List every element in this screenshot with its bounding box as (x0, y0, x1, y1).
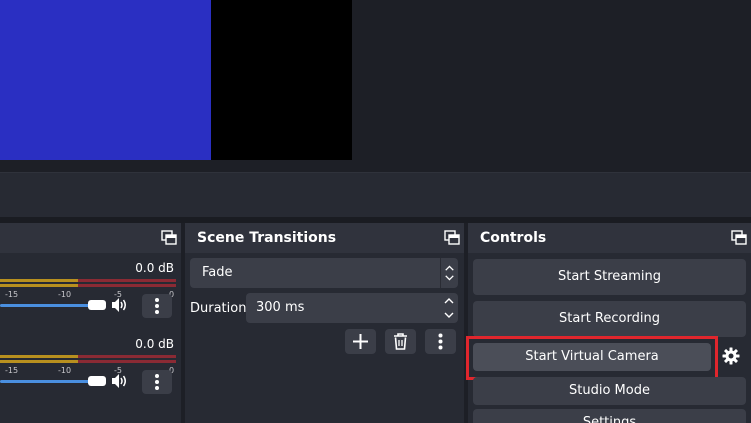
audio-mixer-dock: 0.0 dB -15 -10 -5 0 0.0 dB -15 -10 -5 0 (0, 223, 181, 423)
db-readout: 0.0 dB (135, 337, 174, 351)
duration-value: 300 ms (256, 300, 305, 315)
mixer-channel-2: 0.0 dB -15 -10 -5 0 (0, 337, 181, 394)
start-recording-button[interactable]: Start Recording (473, 301, 746, 337)
spin-arrows-icon[interactable] (440, 293, 458, 323)
remove-transition-button[interactable] (385, 329, 416, 354)
speaker-icon[interactable] (111, 373, 129, 389)
trash-icon (394, 333, 407, 350)
duration-spinbox[interactable]: 300 ms (246, 293, 458, 323)
studio-mode-button[interactable]: Studio Mode (473, 377, 746, 405)
scene-transitions-header: Scene Transitions (185, 223, 464, 253)
tick-label: -10 (58, 366, 72, 375)
mixer-channel-1: 0.0 dB -15 -10 -5 0 (0, 261, 181, 318)
volume-meter (0, 353, 176, 365)
float-dock-icon[interactable] (161, 230, 177, 246)
volume-meter (0, 277, 176, 289)
audio-mixer-header (0, 223, 181, 253)
chevron-updown-icon (440, 258, 454, 288)
volume-slider[interactable] (0, 299, 108, 311)
start-virtual-camera-button[interactable]: Start Virtual Camera (473, 343, 711, 371)
duration-label: Duration (190, 301, 247, 316)
channel-menu-button[interactable] (142, 370, 172, 394)
vertical-dots-icon (155, 374, 159, 390)
speaker-icon[interactable] (111, 297, 129, 313)
controls-dock: Controls Start Streaming Start Recording… (466, 223, 751, 423)
volume-slider-handle[interactable] (88, 376, 106, 386)
transition-select-value: Fade (202, 265, 233, 280)
add-transition-button[interactable] (345, 329, 376, 354)
preview-toolbar (0, 172, 751, 217)
float-dock-icon[interactable] (444, 230, 460, 246)
channel-menu-button[interactable] (142, 294, 172, 318)
gear-icon[interactable] (722, 347, 740, 365)
transition-select[interactable]: Fade (190, 258, 458, 288)
tick-label: -15 (5, 366, 19, 375)
transition-properties-button[interactable] (425, 329, 456, 354)
scene-transitions-dock: Scene Transitions Fade Duration 300 ms (185, 223, 464, 423)
preview-canvas[interactable] (0, 0, 751, 170)
start-streaming-button[interactable]: Start Streaming (473, 259, 746, 295)
dock-title: Controls (480, 230, 547, 246)
plus-icon (353, 334, 368, 349)
tick-label: -10 (58, 290, 72, 299)
volume-slider-handle[interactable] (88, 300, 106, 310)
dock-title: Scene Transitions (197, 230, 337, 246)
volume-slider[interactable] (0, 375, 108, 387)
settings-button[interactable]: Settings (473, 409, 746, 423)
tick-label: -15 (5, 290, 19, 299)
vertical-dots-icon (438, 333, 443, 350)
preview-source-blue[interactable] (0, 0, 211, 160)
float-dock-icon[interactable] (731, 230, 747, 246)
db-readout: 0.0 dB (135, 261, 174, 275)
controls-header: Controls (468, 223, 751, 253)
preview-source-black[interactable] (211, 0, 352, 160)
vertical-dots-icon (155, 298, 159, 314)
